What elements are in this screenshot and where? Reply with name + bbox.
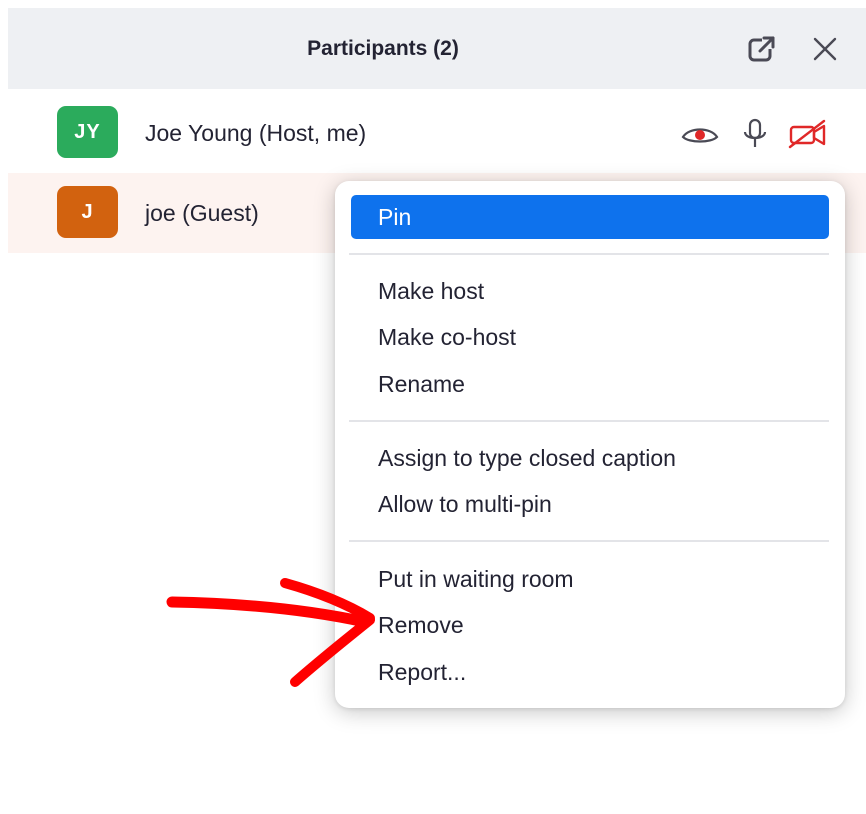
menu-item-make-host[interactable]: Make host <box>351 269 829 313</box>
menu-item-allow-multi-pin[interactable]: Allow to multi-pin <box>351 482 829 526</box>
eye-status <box>680 117 720 151</box>
popout-button[interactable] <box>745 32 779 66</box>
microphone-icon <box>743 118 767 147</box>
menu-item-assign-closed-caption[interactable]: Assign to type closed caption <box>351 436 829 480</box>
participant-row-host[interactable]: JY Joe Young (Host, me) <box>8 93 866 173</box>
avatar-initials: J <box>81 200 94 223</box>
avatar: JY <box>57 106 118 158</box>
close-icon <box>813 37 837 61</box>
panel-header: Participants (2) <box>8 8 866 89</box>
menu-divider <box>349 540 829 542</box>
menu-item-put-in-waiting-room[interactable]: Put in waiting room <box>351 557 829 601</box>
menu-item-rename[interactable]: Rename <box>351 362 829 406</box>
panel-title: Participants (2) <box>307 37 459 60</box>
avatar: J <box>57 186 118 238</box>
eye-icon <box>681 128 719 143</box>
avatar-initials: JY <box>74 120 101 143</box>
menu-item-pin[interactable]: Pin <box>351 195 829 239</box>
menu-item-remove[interactable]: Remove <box>351 603 829 647</box>
participant-name: Joe Young (Host, me) <box>145 120 367 146</box>
menu-item-report[interactable]: Report... <box>351 650 829 694</box>
menu-divider <box>349 253 829 255</box>
participant-name: joe (Guest) <box>145 200 259 226</box>
microphone-status[interactable] <box>735 117 775 151</box>
video-off-icon <box>788 119 826 149</box>
video-status[interactable] <box>788 117 828 151</box>
menu-divider <box>349 420 829 422</box>
popout-icon <box>748 35 776 62</box>
participant-context-menu: Pin Make host Make co-host Rename Assign… <box>335 181 845 708</box>
close-button[interactable] <box>808 32 842 66</box>
menu-item-make-co-host[interactable]: Make co-host <box>351 315 829 359</box>
